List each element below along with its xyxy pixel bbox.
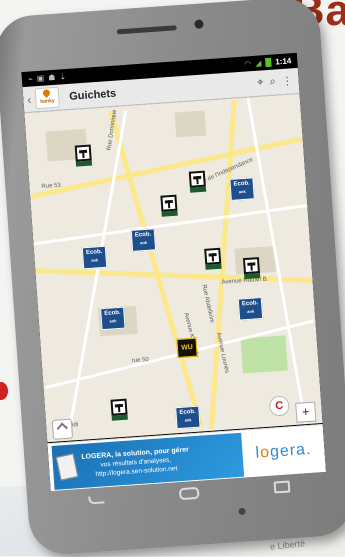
atm-marker-treasury[interactable] (160, 194, 178, 217)
logo-pin-icon (41, 88, 52, 98)
map-block (174, 110, 207, 138)
atm-marker-western-union[interactable]: WU (176, 337, 198, 358)
notification-icons: ⌁ ▣ ☗ ⇣ (22, 72, 67, 84)
atm-marker-ecobank[interactable]: Ecob. ank (81, 245, 108, 270)
ad-text: LOGERA, la solution, pour gérer vos résu… (81, 445, 190, 478)
status-time: 1:14 (274, 56, 292, 67)
street-label: Rue Abdelkrim (200, 284, 215, 324)
battery-icon (265, 57, 272, 68)
map-road (108, 109, 204, 429)
signal-icon: ◢ (254, 58, 262, 68)
atm-marker-treasury[interactable] (204, 247, 222, 270)
background-red-dot (0, 382, 8, 400)
zoom-in-button[interactable]: + (295, 401, 317, 423)
nav-home-icon[interactable] (178, 486, 200, 501)
usb-icon: ⌁ (27, 74, 34, 84)
atm-marker-treasury[interactable] (188, 170, 207, 193)
location-pin-icon[interactable]: ⌖ (257, 76, 264, 89)
ad-brand-logo[interactable]: logera. (242, 440, 325, 464)
download-icon: ⇣ (59, 72, 67, 82)
back-chevron-icon[interactable]: ‹ (27, 92, 32, 106)
street-label: rue 50 (131, 357, 150, 365)
phone-screen: ⌁ ▣ ☗ ⇣ ◠ ◢ 1:14 ‹ banky Guichets ⌖ ⌕ ⋮ … (21, 52, 327, 492)
compass-icon[interactable] (51, 418, 74, 440)
logo-text: banky (40, 97, 55, 105)
map-park (240, 335, 288, 374)
image-notification-icon: ▣ (36, 73, 45, 84)
notification-led (238, 507, 246, 516)
atm-marker-ecobank[interactable]: Ecob. ank (100, 306, 126, 331)
atm-marker-ecobank[interactable]: Ecob. ank (130, 228, 157, 252)
atm-marker-treasury[interactable] (110, 398, 128, 421)
atm-marker-treasury[interactable] (74, 144, 93, 167)
app-logo[interactable]: banky (34, 86, 60, 110)
page-title: Guichets (68, 87, 117, 103)
phone-earpiece (116, 25, 177, 35)
document-icon (55, 453, 79, 481)
phone-device: ⌁ ▣ ☗ ⇣ ◠ ◢ 1:14 ‹ banky Guichets ⌖ ⌕ ⋮ … (0, 0, 345, 557)
android-icon: ☗ (47, 72, 56, 83)
nav-back-icon[interactable] (88, 495, 106, 505)
map-view[interactable]: Rue Dominique Avenue Kennedy Rue de l'In… (24, 93, 323, 443)
background-street-label: e Liberté (269, 538, 306, 552)
atm-marker-treasury[interactable] (242, 257, 261, 280)
atm-marker-ecobank[interactable]: Ecob. ank (229, 177, 255, 201)
atm-marker-other[interactable]: C (268, 395, 290, 417)
atm-marker-ecobank[interactable]: Ecob. ank (175, 405, 201, 430)
overflow-menu-icon[interactable]: ⋮ (281, 74, 293, 88)
search-icon[interactable]: ⌕ (269, 75, 276, 88)
phone-camera (194, 19, 204, 29)
nav-recents-icon[interactable] (273, 480, 291, 494)
atm-marker-ecobank[interactable]: Ecob. ank (237, 296, 264, 321)
wifi-icon: ◠ (243, 59, 252, 69)
